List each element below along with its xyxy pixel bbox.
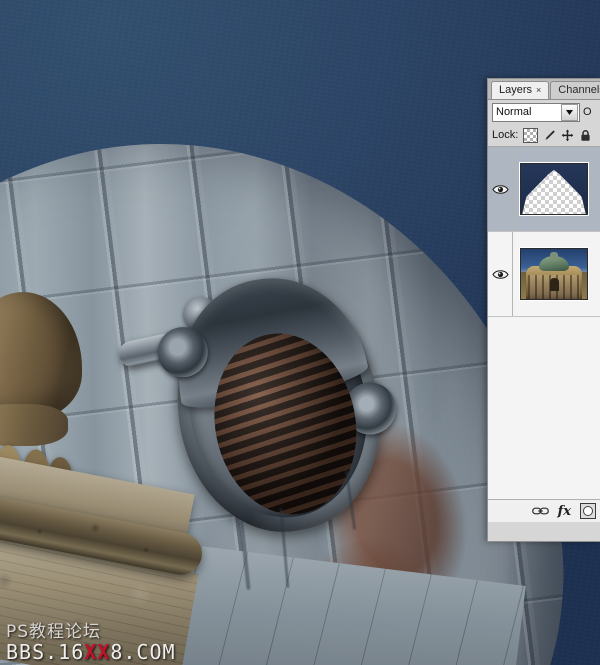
link-layers-icon[interactable] bbox=[531, 506, 549, 516]
add-layer-mask-icon[interactable] bbox=[580, 503, 596, 519]
thumbnail-photo-lantern bbox=[550, 251, 558, 259]
tab-channels-label: Channels bbox=[558, 84, 600, 96]
chevron-down-glyph bbox=[566, 109, 573, 115]
table-row[interactable] bbox=[488, 147, 600, 232]
layer-2-visibility-toggle[interactable] bbox=[488, 232, 513, 316]
blend-mode-value: Normal bbox=[496, 106, 532, 118]
layer-style-fx-icon[interactable]: fx bbox=[558, 504, 571, 519]
layers-panel-button-bar: fx bbox=[488, 499, 600, 522]
watermark-url-suffix: 8.COM bbox=[110, 640, 176, 664]
move-cross-glyph bbox=[561, 129, 574, 141]
thumbnail-photo bbox=[521, 249, 587, 299]
layer-2-thumbnail[interactable] bbox=[520, 248, 588, 300]
table-row[interactable] bbox=[488, 232, 600, 317]
chevron-down-icon[interactable] bbox=[561, 103, 578, 121]
eye-icon bbox=[491, 184, 509, 194]
blend-mode-row: Normal O bbox=[488, 100, 600, 124]
layer-2-thumbnail-cell[interactable] bbox=[513, 248, 600, 300]
layer-1-thumbnail[interactable] bbox=[520, 163, 588, 215]
layer-list[interactable] bbox=[488, 147, 600, 499]
blend-mode-select[interactable]: Normal bbox=[492, 102, 580, 122]
tab-layers[interactable]: Layers × bbox=[491, 81, 550, 99]
layer-1-thumbnail-cell[interactable] bbox=[513, 163, 600, 215]
lock-image-pixels-icon[interactable] bbox=[543, 129, 556, 142]
chain-link-glyph bbox=[531, 507, 549, 515]
watermark: PS教程论坛 BBS.16XX8.COM bbox=[6, 623, 176, 663]
layers-panel: Layers × Channels Normal O Lock: bbox=[487, 78, 600, 542]
close-icon[interactable]: × bbox=[536, 82, 541, 99]
lock-position-icon[interactable] bbox=[561, 129, 574, 142]
watermark-url-prefix: BBS.16 bbox=[6, 640, 85, 664]
panel-tab-strip: Layers × Channels bbox=[488, 79, 600, 100]
lock-all-icon[interactable] bbox=[579, 129, 592, 142]
urn-bowl bbox=[0, 292, 82, 420]
brush-glyph bbox=[545, 129, 556, 140]
thumbnail-photo-window bbox=[550, 278, 559, 291]
opacity-label-clipped: O bbox=[583, 106, 591, 118]
lock-label: Lock: bbox=[492, 129, 519, 141]
layer-1-visibility-toggle[interactable] bbox=[488, 147, 513, 231]
eye-icon bbox=[491, 269, 509, 279]
padlock-glyph bbox=[581, 129, 590, 141]
lock-row: Lock: bbox=[488, 124, 600, 147]
tab-channels[interactable]: Channels bbox=[550, 81, 600, 99]
tab-layers-label: Layers bbox=[499, 84, 533, 96]
lock-transparent-pixels-icon[interactable] bbox=[523, 127, 539, 143]
mask-circle-glyph bbox=[583, 506, 593, 516]
watermark-url-red: XX bbox=[84, 640, 111, 664]
watermark-line-2: BBS.16XX8.COM bbox=[6, 642, 176, 663]
